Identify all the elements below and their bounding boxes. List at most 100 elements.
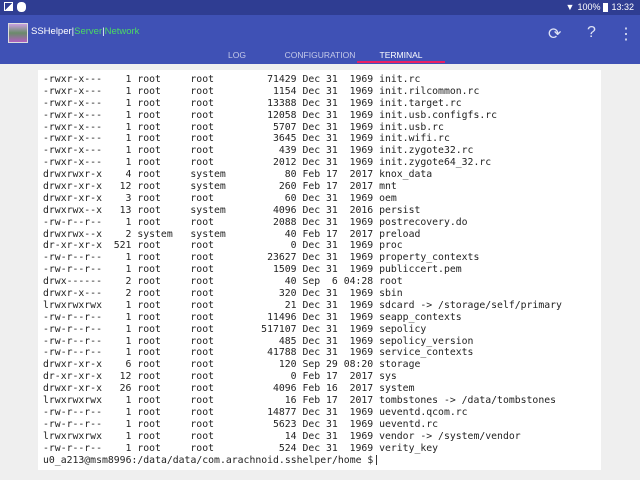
permissions: -rw-r--r--	[43, 323, 102, 335]
file-row: lrwxrwxrwx 1 root root 14 Dec 31 1969 vendor -> …	[43, 431, 601, 443]
time: 2017	[349, 371, 374, 383]
more-options-icon[interactable]: ⋮	[618, 24, 634, 44]
permissions: drwxr-xr-x	[43, 359, 102, 371]
group: root	[190, 395, 214, 407]
owner: root	[137, 133, 161, 145]
filename: mnt	[379, 181, 397, 193]
links: 521	[113, 240, 132, 252]
month: Dec	[302, 347, 321, 359]
links: 1	[125, 85, 132, 97]
refresh-icon[interactable]: ⟳	[548, 24, 561, 44]
tab-terminal[interactable]: TERMINAL	[380, 50, 423, 60]
permissions: drwxrwx--x	[43, 204, 102, 216]
links: 1	[125, 406, 132, 418]
owner: root	[137, 192, 161, 204]
permissions: -rw-r--r--	[43, 442, 102, 454]
time: 1969	[349, 157, 374, 169]
tab-log[interactable]: LOG	[228, 50, 246, 60]
size: 0	[290, 371, 297, 383]
links: 1	[125, 323, 132, 335]
group: system	[190, 181, 226, 193]
day: 31	[326, 264, 338, 276]
filename: init.rilcommon.rc	[379, 85, 480, 97]
filename: property_contexts	[379, 252, 480, 264]
permissions: drwx------	[43, 276, 102, 288]
filename: init.usb.rc	[379, 121, 444, 133]
links: 1	[125, 299, 132, 311]
links: 4	[125, 169, 132, 181]
help-button[interactable]: ?	[587, 24, 596, 42]
file-row: drwxr-xr-x 26 root root 4096 Feb 16 2017 system	[43, 383, 601, 395]
file-row: -rwxr-x--- 1 root root 3645 Dec 31 1969 init.wif…	[43, 133, 601, 145]
owner: root	[137, 216, 161, 228]
prompt-line[interactable]: u0_a213@msm8996:/data/data/com.arachnoid…	[43, 454, 601, 467]
group: root	[190, 157, 214, 169]
group: root	[190, 240, 214, 252]
file-row: drwxrwx--x 13 root system 4096 Dec 31 2016 persi…	[43, 205, 601, 217]
permissions: dr-xr-xr-x	[43, 371, 102, 383]
links: 12	[119, 371, 132, 383]
links: 2	[125, 276, 132, 288]
day: 17	[326, 169, 338, 181]
file-row: -rwxr-x--- 1 root root 1154 Dec 31 1969 init.ril…	[43, 86, 601, 98]
group: system	[190, 204, 226, 216]
time: 04:28	[343, 276, 374, 288]
month: Feb	[302, 181, 321, 193]
tab-configuration[interactable]: CONFIGURATION	[285, 50, 356, 60]
size: 71429	[267, 74, 297, 85]
file-row: -rwxr-x--- 1 root root 5707 Dec 31 1969 init.usb…	[43, 122, 601, 134]
owner: root	[137, 181, 161, 193]
permissions: -rwxr-x---	[43, 121, 102, 133]
day: 31	[326, 347, 338, 359]
day: 29	[326, 359, 338, 371]
month: Dec	[302, 264, 321, 276]
owner: root	[137, 74, 161, 85]
time: 1969	[349, 85, 374, 97]
group: root	[190, 418, 214, 430]
app-bar: SSHelper|Server|Network ⟳ ? ⋮ LOG CONFIG…	[0, 15, 640, 64]
network-status: Network	[104, 26, 140, 37]
day: 31	[326, 430, 338, 442]
group: root	[190, 288, 214, 300]
terminal-output[interactable]: -rwxr-x--- 1 root root 71429 Dec 31 1969 init.rc…	[38, 70, 601, 470]
filename: init.zygote32.rc	[379, 145, 474, 157]
permissions: drwxr-xr-x	[43, 192, 102, 204]
month: Dec	[302, 288, 321, 300]
group: root	[190, 133, 214, 145]
group: root	[190, 276, 214, 288]
filename: tombstones -> /data/tombstones	[379, 395, 557, 407]
size: 16	[284, 395, 297, 407]
size: 3645	[272, 133, 297, 145]
file-row: -rwxr-x--- 1 root root 12058 Dec 31 1969 init.us…	[43, 110, 601, 122]
filename: storage	[379, 359, 421, 371]
day: 6	[331, 276, 338, 288]
time: 2017	[349, 228, 374, 240]
owner: root	[137, 157, 161, 169]
links: 1	[125, 74, 132, 85]
day: 31	[326, 192, 338, 204]
day: 31	[326, 216, 338, 228]
time: 1969	[349, 74, 374, 85]
tab-indicator	[357, 61, 445, 63]
size: 40	[284, 276, 297, 288]
owner: root	[137, 430, 161, 442]
wifi-icon: ▼	[565, 2, 575, 12]
links: 1	[125, 252, 132, 264]
links: 3	[125, 192, 132, 204]
month: Sep	[302, 359, 321, 371]
day: 16	[326, 383, 338, 395]
time: 1969	[349, 192, 374, 204]
filename: sdcard -> /storage/self/primary	[379, 299, 562, 311]
time: 1969	[349, 252, 374, 264]
time: 2017	[349, 395, 374, 407]
file-row: lrwxrwxrwx 1 root root 21 Dec 31 1969 sdcard -> …	[43, 300, 601, 312]
filename: init.target.rc	[379, 97, 462, 109]
permissions: drwxr-xr-x	[43, 383, 102, 395]
filename: sepolicy_version	[379, 335, 474, 347]
size: 439	[278, 145, 297, 157]
filename: seapp_contexts	[379, 311, 462, 323]
day: 31	[326, 311, 338, 323]
month: Dec	[302, 97, 321, 109]
size: 120	[278, 359, 297, 371]
filename: sepolicy	[379, 323, 427, 335]
